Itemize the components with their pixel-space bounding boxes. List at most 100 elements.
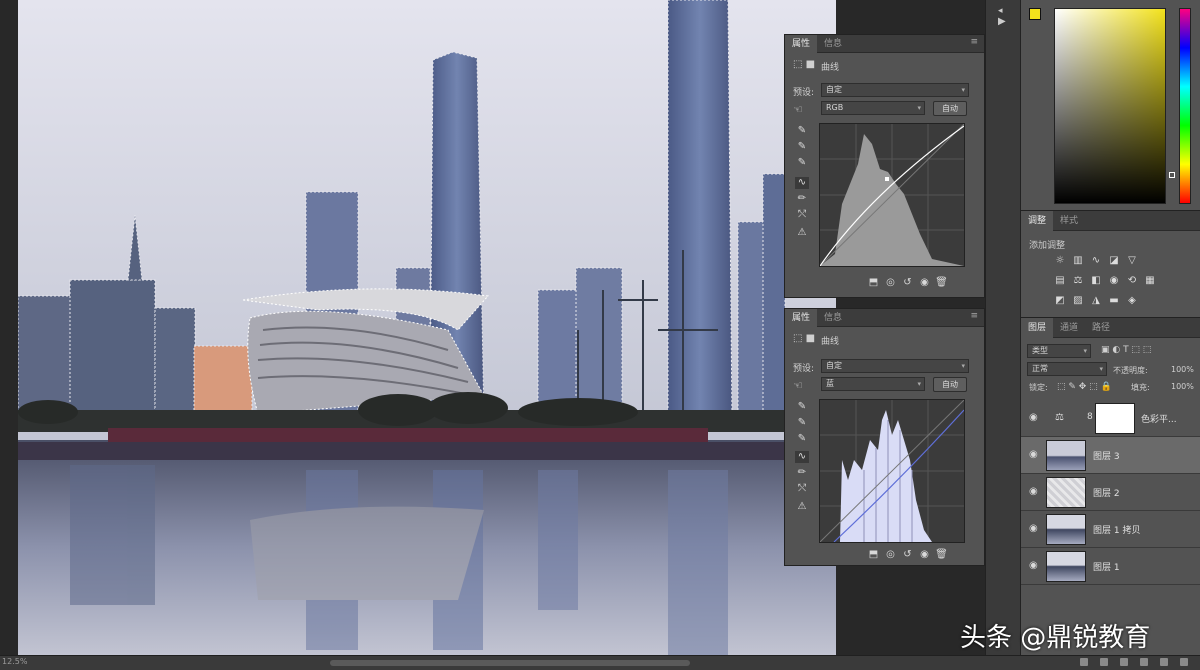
horizontal-scrollbar[interactable] [330,660,690,666]
tab-adjustments[interactable]: 调整 [1021,211,1054,231]
preset-select[interactable]: 自定 [821,83,969,97]
clip-to-layer-icon[interactable]: ⬒ [865,277,882,288]
eyedropper-gray-icon[interactable]: ✎ [795,417,809,429]
clipping-icon[interactable]: ⚠ [795,501,809,513]
new-group-icon[interactable] [1160,658,1168,666]
layer-name[interactable]: 图层 1 拷贝 [1093,523,1140,536]
preset-select[interactable]: 自定 [821,359,969,373]
hue-slider[interactable] [1179,8,1191,204]
posterize-icon[interactable]: ▨ [1071,295,1085,307]
eye-icon[interactable]: ◉ [1029,449,1038,460]
curves-icon[interactable]: ∿ [1089,255,1103,267]
lock-icons[interactable]: ⬚ ✎ ✥ ⬚ 🔒 [1057,382,1112,392]
layer-name[interactable]: 图层 1 [1093,560,1120,573]
panel-menu-icon[interactable]: ≡ [970,37,978,47]
tab-styles[interactable]: 样式 [1053,211,1085,231]
collapse-icon[interactable]: ◂ [998,6,1003,16]
tab-channels[interactable]: 通道 [1053,318,1085,338]
eye-icon[interactable]: ◉ [1029,412,1038,423]
channel-select[interactable]: 蓝 [821,377,925,391]
smooth-icon[interactable]: ⤲ [795,209,809,221]
eyedropper-gray-icon[interactable]: ✎ [795,141,809,153]
layer-2[interactable]: ◉ 图层 2 [1021,474,1200,511]
eyedropper-black-icon[interactable]: ✎ [795,125,809,137]
black-white-icon[interactable]: ◧ [1089,275,1103,287]
tab-info[interactable]: 信息 [817,309,849,327]
target-adjust-icon[interactable]: ☜ [793,103,803,116]
color-field[interactable] [1054,8,1166,204]
eye-icon[interactable]: ◉ [1029,486,1038,497]
tab-paths[interactable]: 路径 [1085,318,1117,338]
link-icon[interactable]: 8 [1087,412,1093,422]
foreground-color-swatch[interactable] [1029,8,1041,20]
threshold-icon[interactable]: ◮ [1089,295,1103,307]
curve-point-tool-icon[interactable]: ∿ [795,177,809,189]
color-lookup-icon[interactable]: ▦ [1143,275,1157,287]
filter-icons[interactable]: ▣ ◐ T ⬚ ⬚ [1101,345,1151,355]
layer-1[interactable]: ◉ 图层 1 [1021,548,1200,585]
pencil-tool-icon[interactable]: ✏ [795,467,809,479]
blend-mode-select[interactable]: 正常 [1027,362,1107,376]
layer-3[interactable]: ◉ 图层 3 [1021,437,1200,474]
view-previous-icon[interactable]: ◎ [882,277,899,288]
layer-color-balance[interactable]: ◉ ⚖ 8 色彩平... [1021,400,1200,437]
layer-name[interactable]: 图层 2 [1093,486,1120,499]
eye-icon[interactable]: ◉ [1029,523,1038,534]
visibility-icon[interactable]: ◉ [916,277,933,288]
layer-name[interactable]: 图层 3 [1093,449,1120,462]
trash-icon[interactable]: 🗑 [933,549,950,560]
target-adjust-icon[interactable]: ☜ [793,379,803,392]
layer-1-copy[interactable]: ◉ 图层 1 拷贝 [1021,511,1200,548]
new-fill-icon[interactable] [1140,658,1148,666]
levels-icon[interactable]: ▥ [1071,255,1085,267]
fx-icon[interactable] [1100,658,1108,666]
curves-graph-blue[interactable] [819,399,965,543]
gradient-map-icon[interactable]: ▬ [1107,295,1121,307]
reset-icon[interactable]: ↺ [899,277,916,288]
document-canvas[interactable] [18,0,836,655]
tab-info[interactable]: 信息 [817,35,849,53]
fill-value[interactable]: 100% [1171,382,1194,391]
clipping-icon[interactable]: ⚠ [795,227,809,239]
channel-select[interactable]: RGB [821,101,925,115]
auto-button[interactable]: 自动 [933,377,967,392]
layer-filter-select[interactable]: 类型 [1027,344,1091,358]
photo-filter-icon[interactable]: ◉ [1107,275,1121,287]
pencil-tool-icon[interactable]: ✏ [795,193,809,205]
delete-layer-icon[interactable] [1180,658,1188,666]
smooth-icon[interactable]: ⤲ [795,483,809,495]
tab-properties[interactable]: 属性 [785,35,818,53]
color-balance-icon[interactable]: ⚖ [1071,275,1085,287]
tab-layers[interactable]: 图层 [1021,318,1054,338]
play-icon[interactable]: ▶ [998,16,1006,27]
layer-mask-thumb[interactable] [1095,403,1135,434]
auto-button[interactable]: 自动 [933,101,967,116]
eyedropper-white-icon[interactable]: ✎ [795,157,809,169]
eyedropper-black-icon[interactable]: ✎ [795,401,809,413]
lock-label: 锁定: [1029,383,1048,392]
selective-color-icon[interactable]: ◈ [1125,295,1139,307]
visibility-icon[interactable]: ◉ [916,549,933,560]
layer-name[interactable]: 色彩平... [1141,412,1177,425]
tab-properties[interactable]: 属性 [785,309,818,327]
reset-icon[interactable]: ↺ [899,549,916,560]
curves-graph-rgb[interactable] [819,123,965,267]
eye-icon[interactable]: ◉ [1029,560,1038,571]
brightness-icon[interactable]: ☼ [1053,255,1067,267]
link-layers-icon[interactable] [1080,658,1088,666]
zoom-level[interactable]: 12.5% [2,657,27,666]
hue-sat-icon[interactable]: ▤ [1053,275,1067,287]
curve-point-tool-icon[interactable]: ∿ [795,451,809,463]
invert-icon[interactable]: ◩ [1053,295,1067,307]
panel-dock-strip: ◂ ▶ [985,0,1021,655]
clip-to-layer-icon[interactable]: ⬒ [865,549,882,560]
exposure-icon[interactable]: ◪ [1107,255,1121,267]
vibrance-icon[interactable]: ▽ [1125,255,1139,267]
channel-mixer-icon[interactable]: ⟲ [1125,275,1139,287]
mask-icon[interactable] [1120,658,1128,666]
view-previous-icon[interactable]: ◎ [882,549,899,560]
opacity-value[interactable]: 100% [1171,365,1194,374]
panel-menu-icon[interactable]: ≡ [970,311,978,321]
eyedropper-white-icon[interactable]: ✎ [795,433,809,445]
trash-icon[interactable]: 🗑 [933,277,950,288]
